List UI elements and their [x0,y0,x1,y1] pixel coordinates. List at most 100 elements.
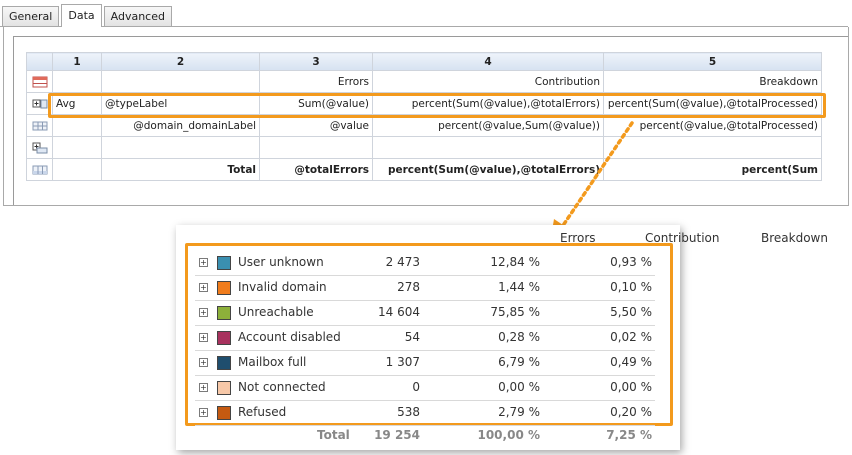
grid-row-detail[interactable]: @domain_domainLabel @value percent(@valu… [26,114,822,137]
definition-grid: 1 2 3 4 5 Errors Contribution Breakdown [26,52,822,181]
grid-row-total[interactable]: Total @totalErrors percent(Sum(@value),@… [26,158,822,181]
total-contribution: 100,00 % [477,428,540,442]
grid-cell[interactable]: Breakdown [603,70,822,93]
errors-value: 14 604 [378,305,420,319]
contribution-value: 0,28 % [498,330,540,344]
grid-cell[interactable]: percent(Sum(@value),@totalErrors) [372,92,604,115]
grid-row-header[interactable]: Errors Contribution Breakdown [26,70,822,93]
grid-cell[interactable] [603,136,822,159]
tab-data[interactable]: Data [61,4,102,27]
errors-value: 278 [397,280,420,294]
preview-row[interactable]: + Not connected 0 0,00 % 0,00 % [195,376,655,401]
grid-column-header[interactable]: 3 [259,52,373,71]
errors-value: 538 [397,405,420,419]
row-label: Mailbox full [238,355,307,369]
grid-cell[interactable] [52,114,102,137]
preview-row[interactable]: + Invalid domain 278 1,44 % 0,10 % [195,276,655,301]
breakdown-value: 0,93 % [610,255,652,269]
grid-row-icon-cell[interactable] [26,92,53,115]
color-swatch [217,306,231,320]
color-swatch [217,331,231,345]
column-header-icon [32,76,47,87]
grid-cell[interactable]: percent(Sum(@value),@totalErrors) [372,158,604,181]
grid-row-icon-cell[interactable] [26,70,53,93]
breakdown-value: 5,50 % [610,305,652,319]
grid-header-row: 1 2 3 4 5 [26,52,822,71]
grid-cell[interactable] [101,136,260,159]
errors-value: 0 [412,380,420,394]
grid-cell[interactable]: percent(Sum [603,158,822,181]
grid-cell[interactable] [52,158,102,181]
grid-row-icon-cell[interactable] [26,114,53,137]
grid-cell[interactable]: Total [101,158,260,181]
color-swatch [217,281,231,295]
color-swatch [217,406,231,420]
contribution-value: 2,79 % [498,405,540,419]
row-label: Refused [238,405,287,419]
grid-cell[interactable] [259,136,373,159]
preview-row[interactable]: + Unreachable 14 604 75,85 % 5,50 % [195,301,655,326]
preview-row[interactable]: + User unknown 2 473 12,84 % 0,93 % [195,251,655,276]
grid-cell[interactable]: @domain_domainLabel [101,114,260,137]
color-swatch [217,356,231,370]
preview-row[interactable]: + Mailbox full 1 307 6,79 % 0,49 % [195,351,655,376]
grid-cell[interactable] [372,136,604,159]
grid-cell[interactable]: percent(@value,@totalProcessed) [603,114,822,137]
contribution-value: 12,84 % [490,255,540,269]
detail-row-icon [32,121,47,130]
preview-column-breakdown: Breakdown [761,231,828,245]
row-label: Invalid domain [238,280,327,294]
grid-cell[interactable]: Errors [259,70,373,93]
grid-row-icon-cell[interactable] [26,136,53,159]
expand-plus-icon[interactable]: + [199,333,208,342]
grid-cell[interactable]: Sum(@value) [259,92,373,115]
contribution-value: 1,44 % [498,280,540,294]
expand-plus-icon[interactable]: + [199,383,208,392]
grid-cell[interactable] [52,136,102,159]
grid-cell[interactable] [52,70,102,93]
tab-general[interactable]: General [2,6,60,26]
contribution-value: 6,79 % [498,355,540,369]
grid-cell[interactable]: percent(Sum(@value),@totalProcessed) [603,92,822,115]
grid-column-header[interactable]: 4 [372,52,604,71]
grid-row-icon-cell[interactable] [26,158,53,181]
grid-row-group[interactable]: Avg @typeLabel Sum(@value) percent(Sum(@… [26,92,822,115]
expand-plus-icon[interactable]: + [199,258,208,267]
errors-value: 54 [404,330,420,344]
tab-bar: General Data Advanced [2,4,174,27]
grid-cell[interactable]: Contribution [372,70,604,93]
row-label: Account disabled [238,330,341,344]
breakdown-value: 0,02 % [610,330,652,344]
expand-plus-icon[interactable]: + [199,408,208,417]
expand-plus-icon[interactable]: + [199,283,208,292]
grid-cell[interactable]: Avg [52,92,102,115]
grid-corner-cell [26,52,53,71]
grid-column-header[interactable]: 5 [603,52,822,71]
grid-column-header[interactable]: 1 [52,52,102,71]
preview-row[interactable]: + Refused 538 2,79 % 0,20 % [195,401,655,426]
grid-row-add[interactable] [26,136,822,159]
total-errors: 19 254 [374,428,420,442]
grid-cell[interactable]: @totalErrors [259,158,373,181]
grid-cell[interactable] [101,70,260,93]
expand-group-icon [32,99,47,108]
breakdown-value: 0,20 % [610,405,652,419]
breakdown-value: 0,00 % [610,380,652,394]
errors-value: 2 473 [385,255,420,269]
errors-value: 1 307 [385,355,420,369]
preview-row[interactable]: + Account disabled 54 0,28 % 0,02 % [195,326,655,351]
grid-cell[interactable]: @typeLabel [101,92,260,115]
color-swatch [217,381,231,395]
grid-column-header[interactable]: 2 [101,52,260,71]
color-swatch [217,256,231,270]
expand-plus-icon[interactable]: + [199,308,208,317]
total-label: Total [317,428,350,442]
preview-total-row: Total 19 254 100,00 % 7,25 % [195,428,655,444]
tab-advanced[interactable]: Advanced [103,6,172,26]
contribution-value: 0,00 % [498,380,540,394]
breakdown-value: 0,49 % [610,355,652,369]
grid-cell[interactable]: percent(@value,Sum(@value)) [372,114,604,137]
total-breakdown: 7,25 % [606,428,652,442]
expand-plus-icon[interactable]: + [199,358,208,367]
grid-cell[interactable]: @value [259,114,373,137]
